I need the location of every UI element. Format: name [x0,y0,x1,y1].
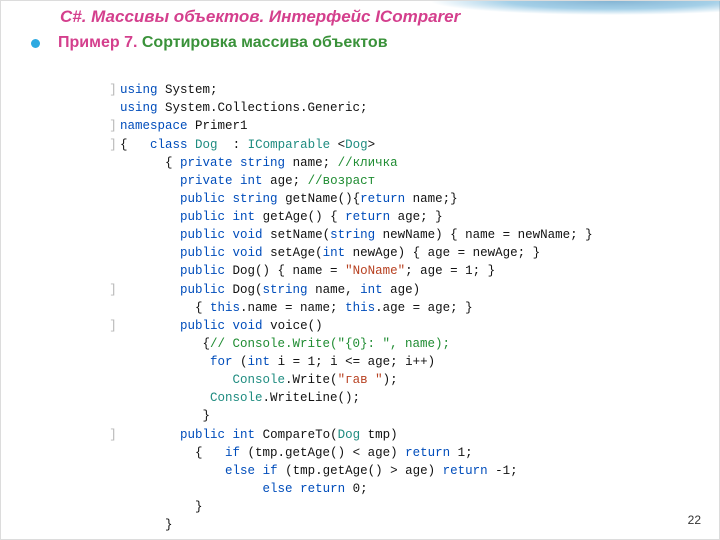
bullet-icon [31,39,40,48]
subtitle: Пример 7. Сортировка массива объектов [58,34,388,52]
subtitle-example: Пример 7. [58,34,137,51]
code-block: ]using System; using System.Collections.… [106,63,666,534]
subtitle-desc: Сортировка массива объектов [142,34,388,51]
page-number: 22 [688,513,701,527]
page-title: C#. Массивы объектов. Интерфейс ICompare… [60,7,460,27]
subtitle-row: Пример 7. Сортировка массива объектов [31,34,388,52]
